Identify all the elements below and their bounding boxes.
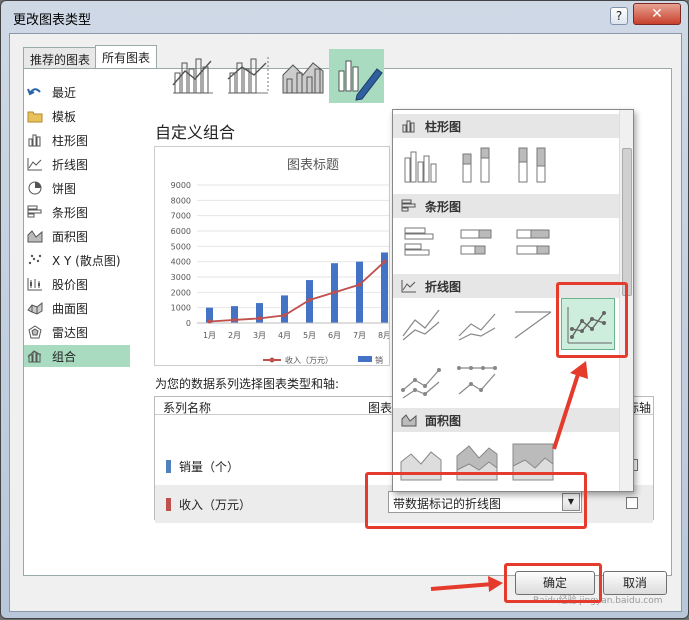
dialog-frame: 更改图表类型 ? ✕ 推荐的图表 所有图表 最近 模板 柱形图 折线图 饼图 条… (0, 0, 689, 619)
annotation-arrows (430, 361, 588, 592)
arrow-line-up (552, 367, 582, 450)
arrow-line-right (430, 582, 494, 591)
arrow-head-right (488, 576, 503, 592)
